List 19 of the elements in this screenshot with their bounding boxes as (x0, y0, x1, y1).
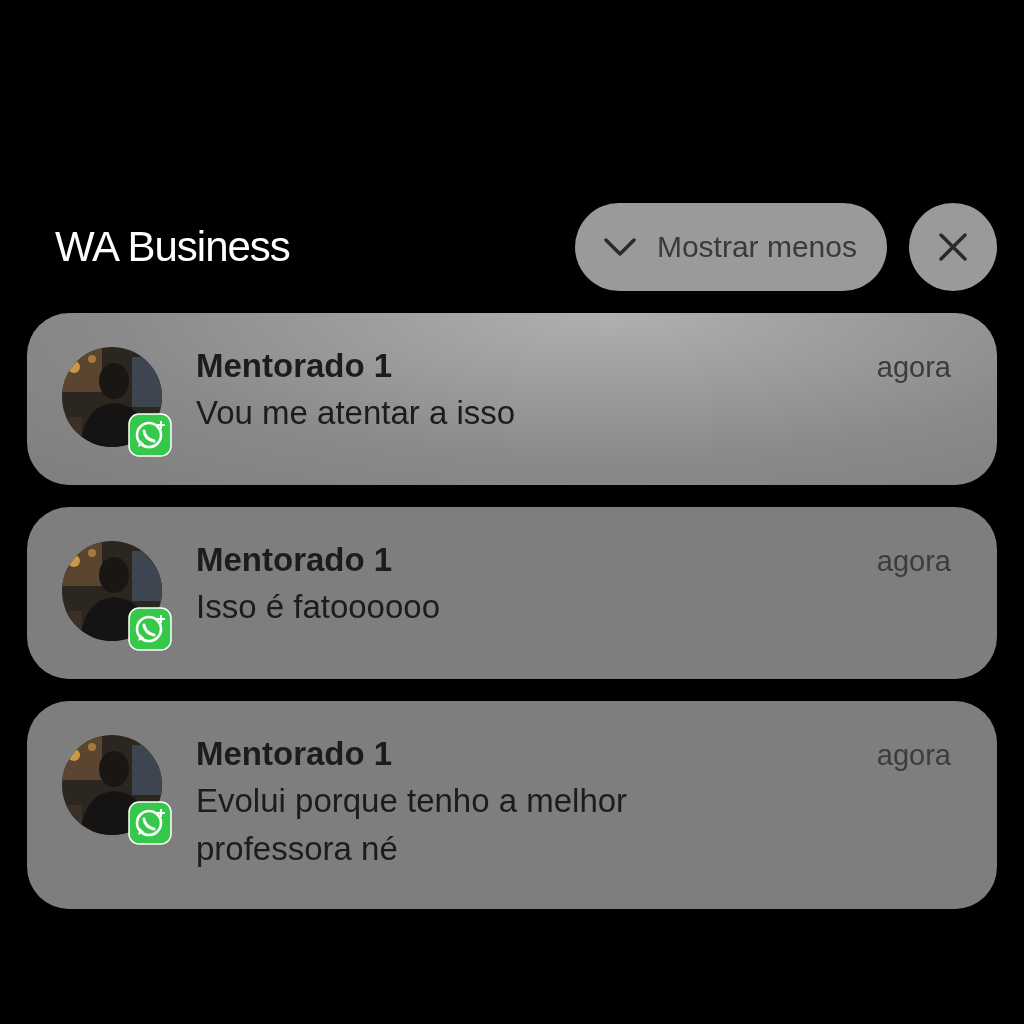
show-less-button[interactable]: Mostrar menos (574, 203, 887, 291)
chat-badge-icon (128, 607, 172, 651)
notification-card[interactable]: Mentorado 1 agora Vou me atentar a isso (27, 313, 997, 485)
message-text: Evolui porque tenho a melhor professora né (196, 781, 629, 869)
sender-name: Mentorado 1 (196, 735, 393, 773)
chat-badge-icon (128, 413, 172, 457)
chat-badge-icon (128, 801, 172, 845)
notification-card[interactable]: Mentorado 1 agora Isso é fatoooooo (27, 507, 997, 679)
timestamp: agora (876, 739, 951, 772)
notification-card[interactable]: Mentorado 1 agora Evolui porque tenho a melhor professora né (27, 701, 997, 909)
message-text: Vou me atentar a isso (196, 393, 517, 433)
app-name: WA Business (55, 223, 291, 271)
timestamp: agora (876, 545, 951, 578)
chevron-down-icon (602, 237, 637, 257)
sender-name: Mentorado 1 (196, 347, 393, 385)
close-icon (938, 232, 968, 262)
message-text: Isso é fatoooooo (196, 587, 442, 627)
timestamp: agora (876, 351, 951, 384)
sender-name: Mentorado 1 (196, 541, 393, 579)
